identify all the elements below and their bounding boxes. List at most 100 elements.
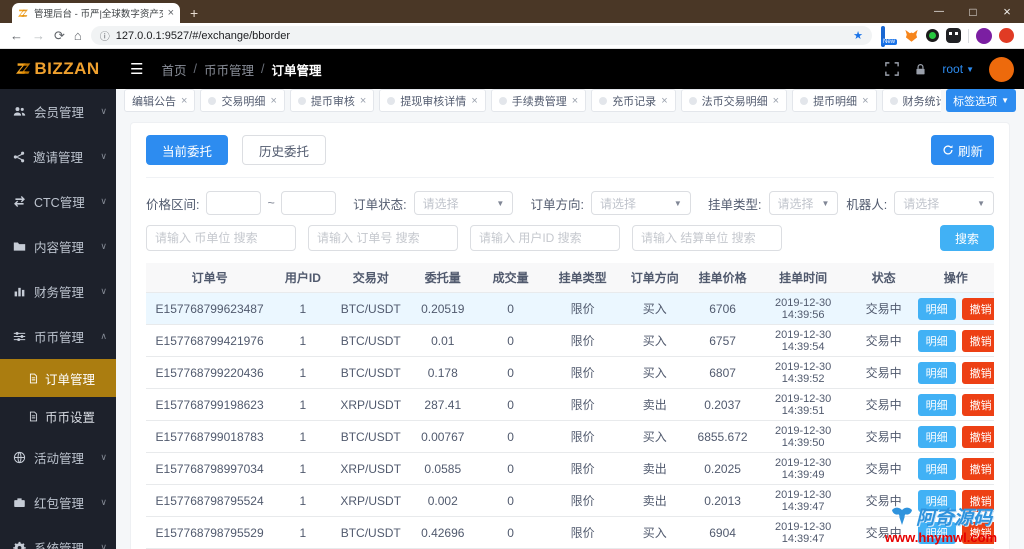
tab-chip[interactable]: 交易明细 × [200, 89, 285, 112]
cell: 0.0585 [424, 461, 462, 476]
price-min-input[interactable] [206, 191, 262, 215]
user-id-search-input[interactable] [470, 225, 620, 251]
table-row[interactable]: E157768798795524 1 XRP/USDT 0.002 0 限价 卖出 0.201… [146, 485, 994, 517]
table-row[interactable]: E157768798795529 1 BTC/USDT 0.42696 0 限价 买入 690… [146, 517, 994, 549]
hamburger-menu-icon[interactable]: ☰ [130, 60, 143, 78]
user-menu[interactable]: root ▼ [942, 62, 974, 76]
maximize-button[interactable]: □ [956, 0, 990, 23]
close-icon[interactable]: × [862, 95, 868, 107]
order-no-search-input[interactable] [308, 225, 458, 251]
table-row[interactable]: E157768799421976 1 BTC/USDT 0.01 0 限价 买入 6757 20… [146, 325, 994, 357]
extension-wallet-icon[interactable] [946, 28, 961, 43]
browser-menu-icon[interactable] [999, 28, 1014, 43]
tab-close-icon[interactable]: × [168, 7, 174, 19]
tab-chip[interactable]: 财务统计× [881, 89, 942, 112]
order-direction-select[interactable]: 请选择 ▼ [591, 191, 691, 215]
detail-button[interactable]: 明细 [917, 425, 956, 448]
url-text[interactable]: 127.0.0.1:9527/#/exchange/bborder [116, 30, 847, 42]
bookmark-star-icon[interactable]: ★ [853, 29, 863, 42]
new-tab-button[interactable]: + [190, 5, 198, 21]
back-icon[interactable]: ← [10, 29, 23, 42]
cancel-order-button[interactable]: 撤销 [961, 393, 994, 416]
forward-icon[interactable]: → [32, 29, 45, 42]
order-status-select[interactable]: 请选择 ▼ [413, 191, 514, 215]
close-icon[interactable]: × [773, 95, 779, 107]
table-row[interactable]: E157768799198623 1 XRP/USDT 287.41 0 限价 卖出 0.20… [146, 389, 994, 421]
browser-tab[interactable]: 管理后台 - 币严|全球数字资产交 × [12, 3, 180, 23]
breadcrumb-section[interactable]: 币币管理 [204, 60, 254, 79]
home-icon[interactable]: ⌂ [74, 29, 82, 42]
sidebar-item[interactable]: 财务管理 ∨ [0, 269, 116, 314]
tab-chip[interactable]: 法币交易明细 × [680, 89, 788, 112]
sidebar-item[interactable]: 系统管理 ∨ [0, 525, 116, 549]
refresh-button[interactable]: 刷新 [930, 135, 994, 165]
sidebar-item[interactable]: 会员管理 ∨ [0, 89, 116, 134]
sidebar-item[interactable]: 活动管理 ∨ [0, 435, 116, 480]
sidebar-item[interactable]: 邀请管理 ∨ [0, 134, 116, 179]
robot-select[interactable]: 请选择 ▼ [894, 191, 994, 215]
detail-button[interactable]: 明细 [917, 329, 956, 352]
table-row[interactable]: E157768799018783 1 BTC/USDT 0.00767 0 限价 买入 685… [146, 421, 994, 453]
tab-chip[interactable]: 提币明细 × [792, 89, 877, 112]
lock-icon[interactable] [914, 63, 927, 76]
price-max-input[interactable] [280, 191, 336, 215]
order-type-label: 挂单类型: [708, 197, 762, 212]
table-row[interactable]: E157768799623487 1 BTC/USDT 0.20519 0 限价 买入 670… [146, 293, 994, 325]
sidebar-item[interactable]: 币币管理 ∧ [0, 314, 116, 359]
cancel-order-button[interactable]: 撤销 [961, 297, 994, 320]
fullscreen-icon[interactable] [885, 62, 900, 76]
sidebar-item[interactable]: 红包管理 ∨ [0, 480, 116, 525]
close-icon[interactable]: × [181, 95, 187, 107]
page-info-icon[interactable]: ⓘ [100, 28, 110, 43]
avatar[interactable] [989, 56, 1014, 82]
sidebar-item[interactable]: 内容管理 ∨ [0, 224, 116, 269]
history-orders-button[interactable]: 历史委托 [242, 135, 327, 165]
sidebar-item[interactable]: CTC管理 ∨ [0, 179, 116, 224]
close-icon[interactable]: × [661, 95, 667, 107]
search-button[interactable]: 搜索 [939, 225, 994, 251]
cell: 交易中 [865, 462, 902, 476]
sidebar-subitem[interactable]: 订单管理 [0, 359, 116, 397]
tab-chip[interactable]: 手续费管理 × [490, 89, 587, 112]
reload-icon[interactable]: ⟳ [54, 29, 65, 42]
cancel-order-button[interactable]: 撤销 [961, 425, 994, 448]
detail-button[interactable]: 明细 [917, 457, 956, 480]
minimize-button[interactable]: — [922, 0, 956, 23]
cancel-order-button[interactable]: 撤销 [961, 521, 994, 544]
table-row[interactable]: E157768798997034 1 XRP/USDT 0.0585 0 限价 卖出 0.20… [146, 453, 994, 485]
extension-new-icon[interactable]: New [881, 26, 898, 47]
detail-button[interactable]: 明细 [917, 489, 956, 512]
tab-chip[interactable]: 提现审核详情 × [379, 89, 486, 112]
logo[interactable]: BIZZAN [0, 59, 116, 79]
table-row[interactable]: E157768799220436 1 BTC/USDT 0.178 0 限价 买入 6807 2… [146, 357, 994, 389]
tag-options-button[interactable]: 标签选项 ▼ [946, 89, 1016, 112]
cancel-order-button[interactable]: 撤销 [961, 457, 994, 480]
metamask-fox-icon[interactable] [904, 29, 919, 43]
tab-chip[interactable]: 提币审核 × [289, 89, 375, 112]
coin-search-input[interactable] [146, 225, 296, 251]
order-type-select[interactable]: 请选择 ▼ [768, 191, 839, 215]
detail-button[interactable]: 明细 [917, 521, 956, 544]
base-unit-search-input[interactable] [632, 225, 782, 251]
sidebar-subitem[interactable]: 币币设置 [0, 397, 116, 435]
detail-button[interactable]: 明细 [917, 393, 956, 416]
table-body: E157768799623487 1 BTC/USDT 0.20519 0 限价 买入 670… [146, 293, 994, 549]
detail-button[interactable]: 明细 [917, 297, 956, 320]
close-icon[interactable]: × [270, 95, 276, 107]
address-bar[interactable]: ⓘ 127.0.0.1:9527/#/exchange/bborder ★ [90, 26, 872, 45]
close-icon[interactable]: × [471, 95, 477, 107]
tab-chip[interactable]: 充币记录 × [591, 89, 676, 112]
tab-chip[interactable]: 编辑公告 × [124, 89, 196, 112]
cancel-order-button[interactable]: 撤销 [961, 361, 994, 384]
breadcrumb-home[interactable]: 首页 [161, 60, 186, 79]
browser-profile-avatar[interactable] [976, 27, 992, 44]
close-icon[interactable]: × [360, 95, 366, 107]
detail-button[interactable]: 明细 [917, 361, 956, 384]
cancel-order-button[interactable]: 撤销 [961, 489, 994, 512]
close-button[interactable]: × [990, 0, 1024, 23]
cancel-order-button[interactable]: 撤销 [961, 329, 994, 352]
cell: 交易中 [865, 366, 902, 380]
extension-circle-icon[interactable] [926, 29, 939, 42]
current-orders-button[interactable]: 当前委托 [146, 135, 229, 165]
close-icon[interactable]: × [572, 95, 578, 107]
